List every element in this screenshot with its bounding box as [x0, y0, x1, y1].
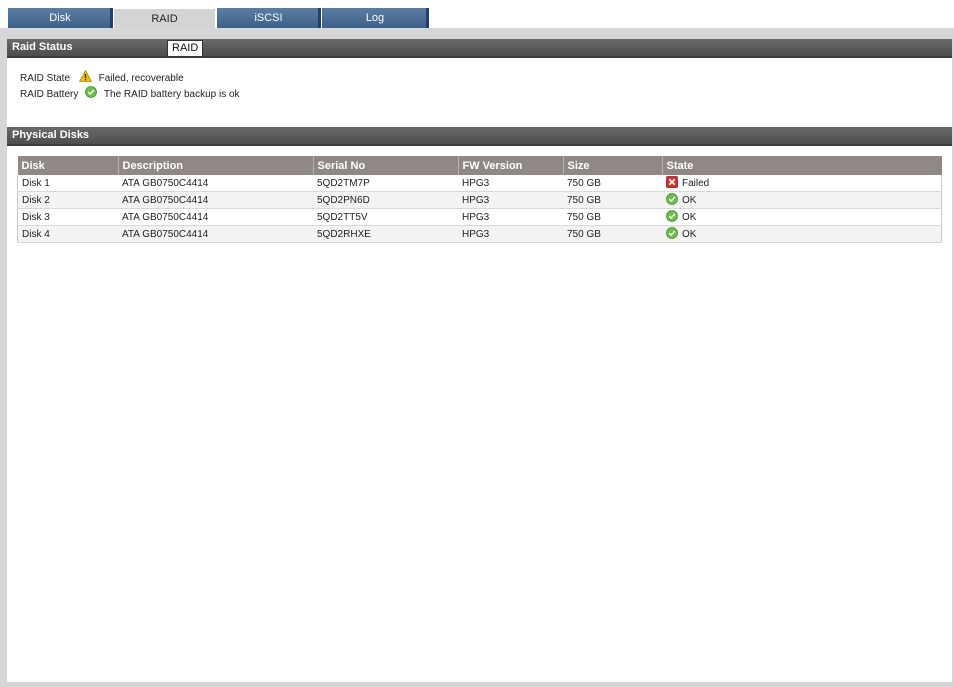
physical-disks-header: Physical Disks [7, 127, 952, 146]
table-row[interactable]: Disk 2 ATA GB0750C4414 5QD2PN6D HPG3 750… [17, 191, 942, 209]
raid-state-label: RAID State [20, 73, 71, 85]
col-header-disk[interactable]: Disk [17, 156, 119, 175]
state-text: OK [682, 211, 697, 223]
cell-state: OK [662, 208, 942, 226]
tab-bar: Disk RAID iSCSI Log [0, 0, 954, 29]
cell-state: OK [662, 191, 942, 209]
cell-description: ATA GB0750C4414 [118, 225, 313, 243]
ok-check-icon [666, 192, 678, 208]
content-frame: Raid Status RAID RAID State Failed, reco… [0, 28, 954, 687]
cell-size: 750 GB [563, 191, 662, 209]
raid-status-title: Raid Status [12, 41, 73, 53]
cell-serial: 5QD2RHXE [313, 225, 458, 243]
tab-disk[interactable]: Disk [8, 8, 113, 28]
cell-description: ATA GB0750C4414 [118, 175, 313, 192]
table-row[interactable]: Disk 3 ATA GB0750C4414 5QD2TT5V HPG3 750… [17, 208, 942, 226]
cell-serial: 5QD2PN6D [313, 191, 458, 209]
state-text: Failed [682, 177, 710, 189]
cell-disk: Disk 2 [17, 191, 118, 209]
tab-raid[interactable]: RAID [114, 9, 215, 29]
cell-serial: 5QD2TM7P [313, 175, 458, 192]
raid-badge: RAID [167, 40, 204, 57]
state-text: OK [682, 194, 697, 206]
ok-check-icon [666, 226, 678, 242]
col-header-fw-version[interactable]: FW Version [458, 156, 564, 175]
cell-disk: Disk 4 [17, 225, 118, 243]
failed-x-icon [666, 175, 678, 191]
raid-status-header: Raid Status RAID [7, 39, 952, 58]
cell-disk: Disk 3 [17, 208, 118, 226]
physical-disks-title: Physical Disks [12, 129, 90, 141]
raid-battery-label: RAID Battery [20, 89, 79, 101]
cell-serial: 5QD2TT5V [313, 208, 458, 226]
cell-fw-version: HPG3 [458, 175, 563, 192]
physical-disks-table: Disk Description Serial No FW Version Si… [17, 156, 942, 243]
col-header-size[interactable]: Size [563, 156, 663, 175]
cell-size: 750 GB [563, 208, 662, 226]
state-text: OK [682, 228, 697, 240]
content-panel: Raid Status RAID RAID State Failed, reco… [7, 39, 952, 682]
raid-battery-row: RAID Battery The RAID battery backup is … [20, 86, 240, 100]
cell-state: OK [662, 225, 942, 243]
raid-battery-value: The RAID battery backup is ok [103, 89, 240, 101]
cell-size: 750 GB [563, 225, 662, 243]
tab-log[interactable]: Log [322, 8, 429, 28]
cell-fw-version: HPG3 [458, 208, 563, 226]
cell-description: ATA GB0750C4414 [118, 191, 313, 209]
cell-fw-version: HPG3 [458, 191, 563, 209]
cell-disk: Disk 1 [17, 175, 118, 192]
cell-state: Failed [662, 175, 942, 192]
warning-icon [78, 69, 92, 87]
table-row[interactable]: Disk 4 ATA GB0750C4414 5QD2RHXE HPG3 750… [17, 225, 942, 243]
cell-fw-version: HPG3 [458, 225, 563, 243]
tab-iscsi[interactable]: iSCSI [217, 8, 321, 28]
col-header-state[interactable]: State [662, 156, 942, 175]
table-row[interactable]: Disk 1 ATA GB0750C4414 5QD2TM7P HPG3 750… [17, 175, 942, 192]
raid-state-row: RAID State Failed, recoverable [20, 69, 184, 87]
table-header-row: Disk Description Serial No FW Version Si… [17, 156, 942, 175]
raid-state-value: Failed, recoverable [98, 73, 184, 85]
cell-size: 750 GB [563, 175, 662, 192]
col-header-description[interactable]: Description [118, 156, 314, 175]
raid-page: Disk RAID iSCSI Log Raid Status RAID RAI… [0, 0, 954, 687]
cell-description: ATA GB0750C4414 [118, 208, 313, 226]
ok-check-icon [85, 86, 98, 103]
col-header-serial[interactable]: Serial No [313, 156, 459, 175]
ok-check-icon [666, 209, 678, 225]
